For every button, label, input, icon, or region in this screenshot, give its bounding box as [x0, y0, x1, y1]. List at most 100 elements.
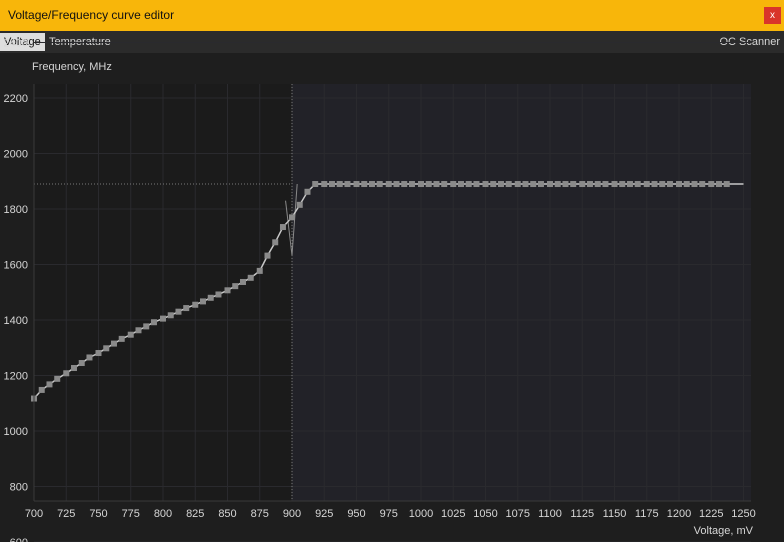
curve-point[interactable]: [192, 301, 199, 308]
x-tick-label: 1100: [538, 508, 562, 520]
curve-point[interactable]: [586, 181, 593, 188]
curve-point[interactable]: [433, 181, 440, 188]
curve-point[interactable]: [264, 252, 271, 259]
curve-point[interactable]: [289, 214, 295, 221]
curve-point[interactable]: [562, 181, 569, 188]
curve-point[interactable]: [393, 181, 400, 188]
curve-point[interactable]: [207, 294, 214, 301]
curve-point[interactable]: [54, 375, 61, 382]
curve-point[interactable]: [676, 181, 682, 188]
curve-point[interactable]: [418, 181, 424, 188]
curve-point[interactable]: [127, 331, 134, 338]
curve-point[interactable]: [482, 181, 489, 188]
curve-point[interactable]: [38, 386, 45, 393]
curve-point[interactable]: [336, 181, 343, 188]
curve-point[interactable]: [579, 181, 586, 188]
curve-point[interactable]: [304, 188, 311, 195]
curve-point[interactable]: [634, 181, 641, 188]
curve-point[interactable]: [602, 181, 609, 188]
vf-curve-chart[interactable]: 700 725 750 775 800 825 850 875 900 925 950 975 1000…: [0, 0, 784, 542]
curve-point[interactable]: [473, 181, 480, 188]
curve-point[interactable]: [643, 181, 650, 188]
curve-point[interactable]: [78, 360, 85, 367]
curve-point[interactable]: [110, 340, 117, 347]
curve-point[interactable]: [401, 181, 408, 188]
y-tick-label: 2000: [4, 149, 28, 161]
curve-point[interactable]: [150, 319, 157, 326]
curve-point[interactable]: [497, 181, 504, 188]
curve-point[interactable]: [95, 350, 102, 357]
curve-point[interactable]: [103, 345, 110, 352]
curve-point[interactable]: [522, 181, 529, 188]
curve-point[interactable]: [232, 283, 239, 290]
curve-point[interactable]: [666, 181, 673, 188]
curve-point[interactable]: [490, 181, 497, 188]
curve-point[interactable]: [683, 181, 690, 188]
curve-point[interactable]: [505, 181, 512, 188]
curve-point[interactable]: [224, 287, 231, 294]
curve-point[interactable]: [239, 278, 246, 285]
curve-point[interactable]: [256, 267, 263, 274]
curve-point[interactable]: [296, 201, 303, 208]
curve-point[interactable]: [457, 181, 464, 188]
curve-point[interactable]: [272, 239, 279, 246]
curve-point[interactable]: [63, 370, 70, 377]
curve-point[interactable]: [368, 181, 375, 188]
curve-point[interactable]: [659, 181, 666, 188]
curve-point[interactable]: [118, 335, 125, 342]
curve-point[interactable]: [361, 181, 368, 188]
curve-point[interactable]: [611, 181, 618, 188]
curve-point[interactable]: [408, 181, 415, 188]
curve-point[interactable]: [619, 181, 626, 188]
curve-point[interactable]: [547, 181, 553, 188]
curve-point[interactable]: [353, 181, 360, 188]
curve-point[interactable]: [708, 181, 715, 188]
y-tick-label: 1000: [4, 426, 28, 438]
x-tick-label: 1175: [635, 508, 659, 520]
curve-point[interactable]: [699, 181, 706, 188]
curve-point[interactable]: [143, 323, 150, 330]
curve-point[interactable]: [723, 181, 730, 188]
curve-point[interactable]: [321, 181, 328, 188]
curve-point[interactable]: [626, 181, 633, 188]
curve-point[interactable]: [425, 181, 432, 188]
curve-point[interactable]: [199, 298, 206, 305]
curve-point[interactable]: [70, 365, 77, 372]
curve-point[interactable]: [441, 181, 448, 188]
curve-point[interactable]: [86, 354, 93, 361]
curve-point[interactable]: [715, 181, 722, 188]
curve-point[interactable]: [247, 274, 254, 281]
x-tick-label: 750: [89, 508, 107, 520]
curve-point[interactable]: [554, 181, 561, 188]
x-tick-label: 1150: [603, 508, 627, 520]
x-tick-label: 725: [57, 508, 75, 520]
y-tick-label: 1400: [4, 315, 28, 327]
curve-point[interactable]: [46, 381, 53, 388]
curve-point[interactable]: [530, 181, 537, 188]
x-tick-label: 1000: [409, 508, 433, 520]
x-tick-label: 1250: [731, 508, 755, 520]
curve-point[interactable]: [691, 181, 698, 188]
curve-point[interactable]: [570, 181, 577, 188]
curve-point[interactable]: [594, 181, 601, 188]
curve-point[interactable]: [312, 181, 319, 188]
curve-point[interactable]: [537, 181, 544, 188]
curve-point[interactable]: [450, 181, 457, 188]
curve-point[interactable]: [465, 181, 472, 188]
curve-point[interactable]: [183, 305, 190, 312]
curve-point[interactable]: [167, 312, 174, 319]
x-tick-label: 1225: [699, 508, 723, 520]
curve-point[interactable]: [385, 181, 392, 188]
curve-point[interactable]: [279, 224, 286, 231]
curve-point[interactable]: [514, 181, 521, 188]
curve-point[interactable]: [160, 315, 166, 322]
x-tick-label: 1125: [570, 508, 594, 520]
curve-point[interactable]: [376, 181, 383, 188]
x-tick-label: 850: [218, 508, 236, 520]
curve-point[interactable]: [344, 181, 351, 188]
curve-point[interactable]: [651, 181, 658, 188]
curve-point[interactable]: [175, 308, 182, 315]
curve-point[interactable]: [135, 327, 142, 334]
curve-point[interactable]: [328, 181, 335, 188]
curve-point[interactable]: [215, 291, 222, 298]
